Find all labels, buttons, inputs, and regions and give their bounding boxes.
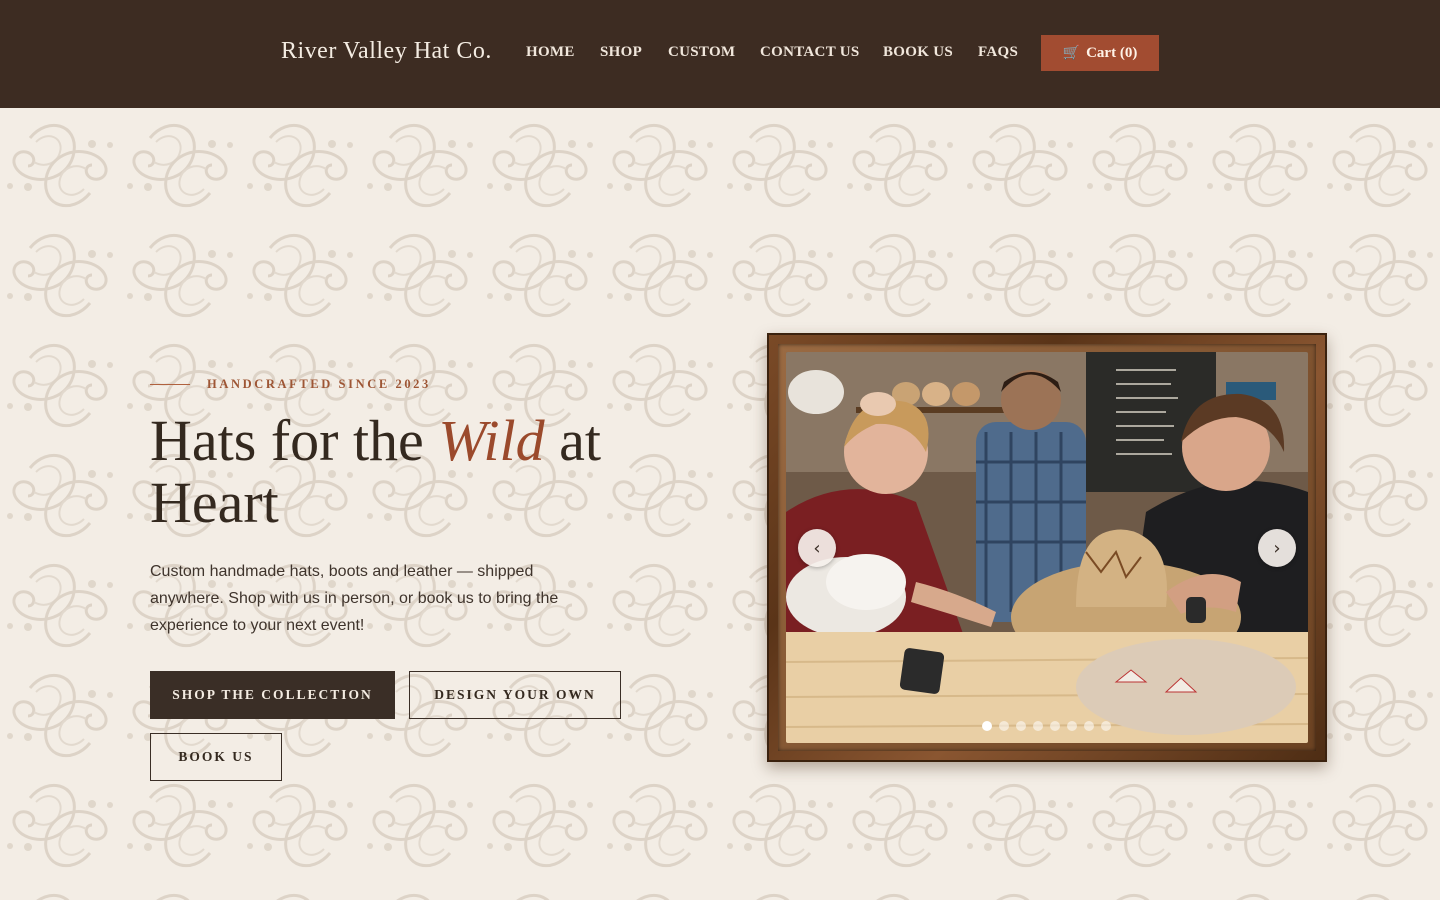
nav-home[interactable]: HOME (526, 44, 575, 61)
slideshow-prev-button[interactable]: ‹ (798, 529, 836, 567)
slide-dot[interactable] (1084, 721, 1094, 731)
headline-start: Hats for the (150, 408, 439, 473)
nav-book-us[interactable]: BOOK US (883, 44, 953, 61)
slide-dot[interactable] (1101, 721, 1111, 731)
eyebrow-rule (150, 384, 190, 385)
slideshow-photo (786, 352, 1308, 743)
cart-icon: 🛒 (1062, 45, 1081, 61)
nav-contact-us[interactable]: CONTACT US (760, 44, 860, 61)
slide-dot[interactable] (1067, 721, 1077, 731)
brand-logo[interactable]: River Valley Hat Co. (281, 38, 492, 65)
cart-label: Cart (0) (1086, 44, 1138, 61)
hero-headline: Hats for the Wild at Heart (150, 410, 670, 534)
slide-dot[interactable] (982, 721, 992, 731)
slide-dot[interactable] (1033, 721, 1043, 731)
slide-dot[interactable] (1016, 721, 1026, 731)
shop-collection-button[interactable]: SHOP THE COLLECTION (150, 671, 395, 719)
cart-button[interactable]: 🛒 Cart (0) (1041, 35, 1159, 71)
book-us-button[interactable]: BOOK US (150, 733, 282, 781)
headline-emphasis: Wild (438, 408, 545, 473)
hero-eyebrow: HANDCRAFTED SINCE 2023 (150, 377, 431, 392)
hero-description: Custom handmade hats, boots and leather … (150, 563, 559, 634)
slide-dot[interactable] (1050, 721, 1060, 731)
slideshow-dots (982, 721, 1111, 731)
slide-dot[interactable] (999, 721, 1009, 731)
site-header: River Valley Hat Co. HOME SHOP CUSTOM CO… (0, 0, 1440, 108)
eyebrow-text: HANDCRAFTED SINCE 2023 (207, 377, 431, 391)
nav-custom[interactable]: CUSTOM (668, 44, 735, 61)
design-your-own-button[interactable]: DESIGN YOUR OWN (409, 671, 621, 719)
slideshow-next-button[interactable]: › (1258, 529, 1296, 567)
nav-shop[interactable]: SHOP (600, 44, 642, 61)
nav-faqs[interactable]: FAQS (978, 44, 1018, 61)
